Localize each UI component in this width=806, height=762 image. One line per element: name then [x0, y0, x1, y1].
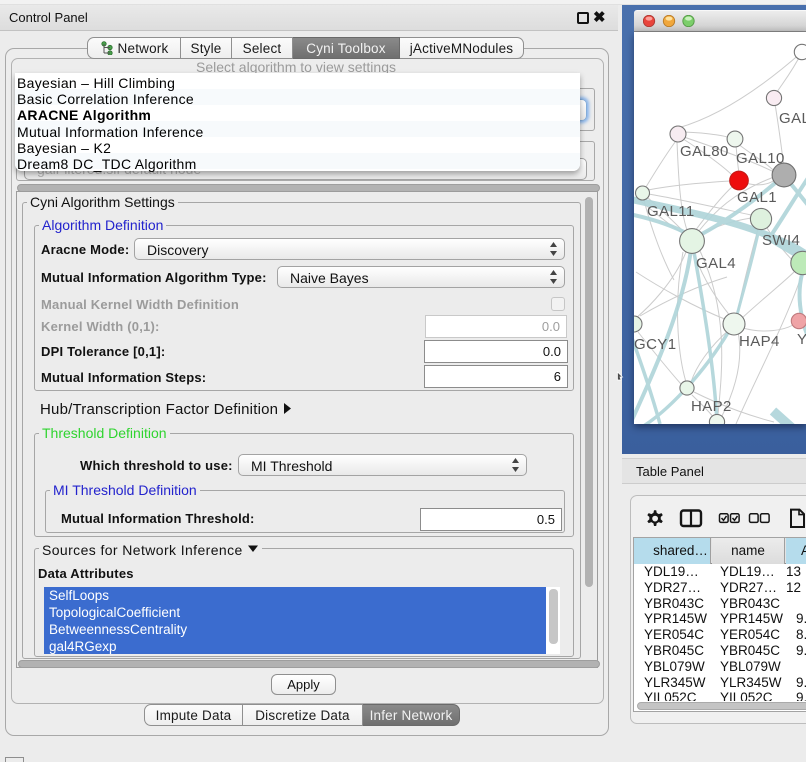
svg-text:GAL80: GAL80 [680, 143, 729, 160]
svg-text:GAL: GAL [779, 110, 806, 127]
svg-text:GAL10: GAL10 [736, 150, 785, 167]
svg-text:Y: Y [797, 331, 806, 348]
svg-text:SWI4: SWI4 [762, 232, 800, 249]
svg-text:HAP2: HAP2 [691, 398, 732, 415]
svg-text:GAL4: GAL4 [696, 255, 736, 272]
svg-text:GAL11: GAL11 [647, 203, 695, 220]
svg-text:GAL1: GAL1 [737, 189, 777, 206]
svg-text:HAP4: HAP4 [739, 333, 780, 350]
svg-text:GCY1: GCY1 [634, 336, 676, 353]
